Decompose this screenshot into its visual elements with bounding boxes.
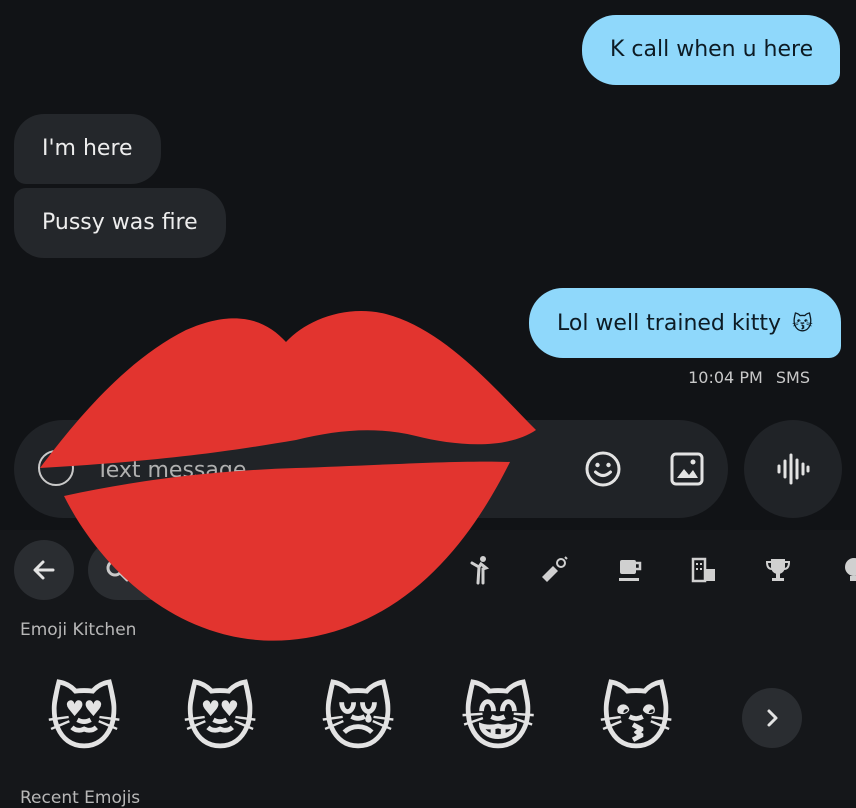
lips-sticker [40, 310, 536, 641]
food-icon[interactable] [612, 552, 648, 588]
message-bubble-outgoing[interactable]: K call when u here [582, 15, 840, 85]
message-text: Pussy was fire [42, 210, 198, 235]
heart-eyes-cat-emoji[interactable]: 😻 [172, 670, 268, 766]
message-timestamp: 10:04 PM SMS [680, 368, 810, 387]
trophy-icon[interactable] [760, 552, 796, 588]
emoji-kitchen-next-button[interactable] [742, 688, 802, 748]
recent-emojis-label: Recent Emojis [20, 788, 141, 808]
pleading-cat-emoji[interactable]: 😿 [310, 670, 406, 766]
smiley-icon[interactable] [582, 448, 624, 490]
waveform-icon [777, 453, 810, 485]
relieved-cat-emoji[interactable]: 😽 [588, 670, 684, 766]
message-bubble-outgoing[interactable]: Lol well trained kitty 😽 [529, 288, 841, 358]
voice-record-button[interactable] [744, 420, 842, 518]
places-icon[interactable] [686, 552, 722, 588]
image-icon[interactable] [666, 448, 708, 490]
message-text: K call when u here [610, 37, 814, 62]
message-bubble-incoming[interactable]: I'm here [14, 114, 161, 184]
heart-eyes-cat-emoji[interactable]: 😻 [36, 670, 132, 766]
timestamp-channel: SMS [775, 368, 810, 387]
timestamp-time: 10:04 PM [688, 368, 763, 387]
message-text: Lol well trained kitty [557, 311, 782, 336]
sparkle-cat-emoji[interactable]: 😸 [450, 670, 546, 766]
symbols-icon[interactable] [836, 552, 856, 588]
message-bubble-incoming[interactable]: Pussy was fire [14, 188, 226, 258]
message-text: I'm here [42, 136, 133, 161]
chevron-right-icon [767, 709, 778, 727]
emoji-kitchen-row: 😻 😻 😿 😸 😽 [0, 670, 856, 770]
kissing-cat-emoji: 😽 [792, 311, 813, 335]
